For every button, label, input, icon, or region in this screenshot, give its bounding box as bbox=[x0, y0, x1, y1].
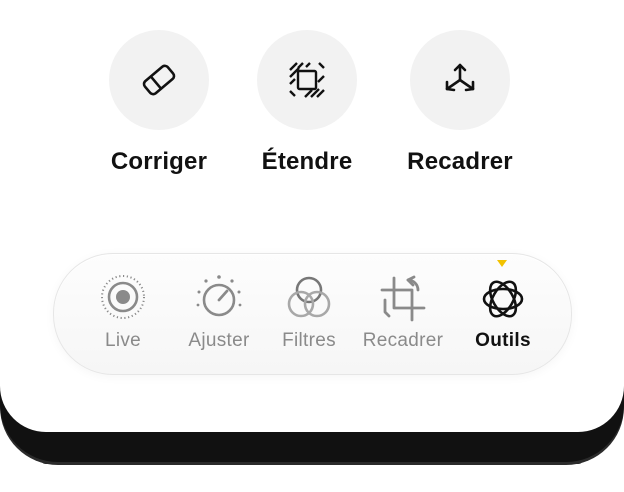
tool-corriger[interactable]: Corriger bbox=[84, 30, 234, 176]
tool-corriger-label: Corriger bbox=[110, 148, 208, 175]
toolbar-item-filtres[interactable]: Filtres bbox=[264, 274, 354, 352]
toolbar-item-recadrer[interactable]: Recadrer bbox=[358, 274, 448, 352]
filters-icon bbox=[287, 276, 331, 318]
live-icon bbox=[101, 275, 145, 319]
toolbar-label-filtres: Filtres bbox=[282, 330, 336, 351]
tool-etendre-button[interactable] bbox=[257, 30, 357, 130]
adjust-dial-icon bbox=[196, 275, 242, 317]
crop-rotate-icon bbox=[380, 275, 426, 322]
toolbar-item-live[interactable]: Live bbox=[78, 274, 168, 352]
tool-etendre[interactable]: Étendre bbox=[232, 30, 382, 176]
tool-corriger-button[interactable] bbox=[109, 30, 209, 130]
editor-toolbar: Live Ajuster Filtres Recadrer Outils bbox=[53, 253, 572, 375]
toolbar-label-outils: Outils bbox=[475, 330, 531, 351]
toolbar-label-recadrer: Recadrer bbox=[362, 330, 444, 351]
toolbar-item-outils[interactable]: Outils bbox=[458, 260, 548, 352]
tool-recadrer-label: Recadrer bbox=[407, 148, 513, 175]
active-indicator bbox=[497, 260, 507, 267]
eraser-icon bbox=[142, 64, 176, 96]
toolbar-item-ajuster[interactable]: Ajuster bbox=[174, 274, 264, 352]
toolbar-label-ajuster: Ajuster bbox=[188, 330, 250, 351]
tool-recadrer-button[interactable] bbox=[410, 30, 510, 130]
tool-etendre-label: Étendre bbox=[261, 148, 353, 175]
photo-editor-screen: Corriger Étendre Recadrer Live Ajuster F… bbox=[0, 0, 624, 432]
three-arrows-icon bbox=[445, 63, 475, 92]
expand-frame-icon bbox=[289, 62, 325, 98]
tools-flower-icon bbox=[482, 280, 524, 318]
toolbar-label-live: Live bbox=[104, 330, 142, 351]
tool-recadrer[interactable]: Recadrer bbox=[385, 30, 535, 176]
